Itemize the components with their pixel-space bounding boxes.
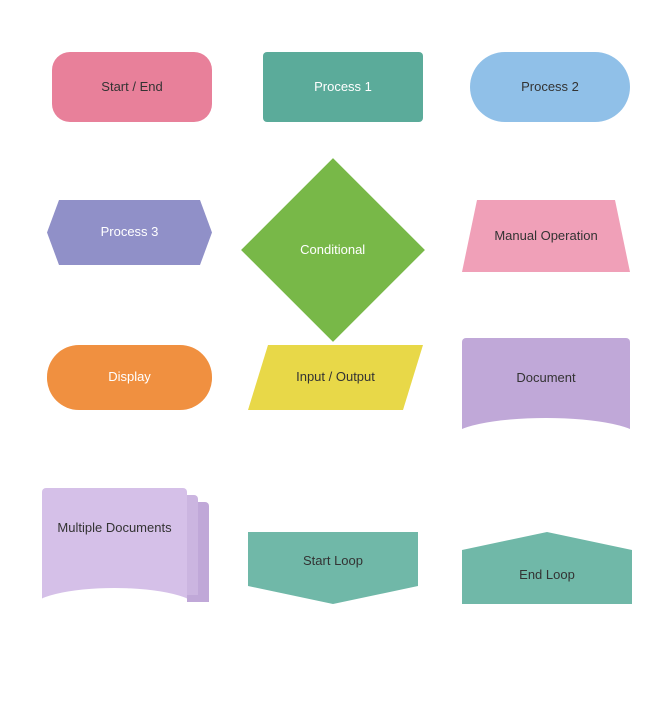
manual-op-shape[interactable]: Manual Operation	[462, 200, 630, 272]
display-label: Display	[108, 369, 151, 386]
start-end-shape[interactable]: Start / End	[52, 52, 212, 122]
conditional-label: Conditional	[278, 242, 388, 259]
display-shape[interactable]: Display	[47, 345, 212, 410]
multiple-documents-label: Multiple Documents	[42, 488, 187, 568]
input-output-label: Input / Output	[296, 369, 375, 386]
start-loop-shape[interactable]: Start Loop	[248, 532, 418, 604]
canvas: Start / End Process 1 Process 2 Process …	[0, 0, 669, 704]
document-shape[interactable]: Document	[462, 338, 630, 438]
process2-shape[interactable]: Process 2	[470, 52, 630, 122]
process3-label: Process 3	[101, 224, 159, 241]
start-loop-label: Start Loop	[303, 553, 363, 570]
multi-doc-wave	[42, 588, 187, 608]
conditional-wrapper: Conditional	[248, 165, 418, 335]
conditional-shape[interactable]: Conditional	[241, 158, 425, 342]
input-output-shape[interactable]: Input / Output	[248, 345, 423, 410]
manual-op-label: Manual Operation	[494, 228, 597, 245]
process2-label: Process 2	[521, 79, 579, 96]
document-wave	[462, 418, 630, 438]
process1-shape[interactable]: Process 1	[263, 52, 423, 122]
start-end-label: Start / End	[101, 79, 162, 96]
document-label: Document	[516, 370, 575, 387]
multiple-documents-shape[interactable]: Multiple Documents	[42, 488, 220, 608]
process3-shape[interactable]: Process 3	[47, 200, 212, 265]
process1-label: Process 1	[314, 79, 372, 96]
document-body: Document	[462, 338, 630, 418]
end-loop-label: End Loop	[519, 567, 575, 584]
end-loop-shape[interactable]: End Loop	[462, 532, 632, 604]
